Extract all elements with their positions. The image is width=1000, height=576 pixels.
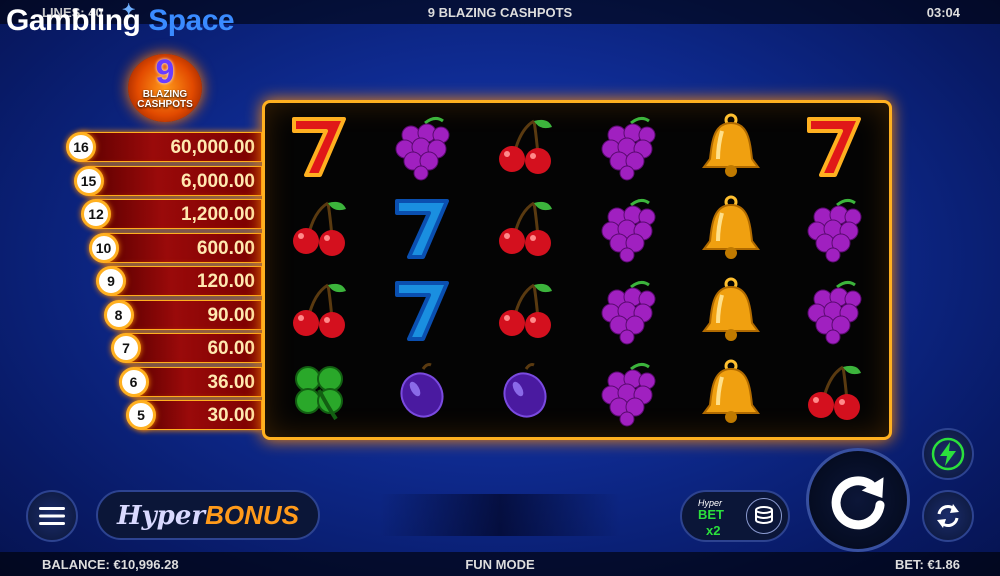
plum-icon — [490, 357, 560, 432]
paytable-count-badge: 12 — [81, 199, 111, 229]
paytable-row: 6,000.00 — [87, 165, 262, 196]
paytable-value: 36.00 — [207, 371, 255, 393]
hamburger-icon — [39, 507, 65, 525]
cherry-icon — [284, 275, 354, 350]
grapes-icon — [593, 275, 663, 350]
reel-cell — [372, 189, 472, 271]
grapes-icon — [387, 111, 457, 186]
cherry-icon — [284, 193, 354, 268]
win-display-strip — [380, 494, 620, 536]
bet-settings-button[interactable] — [746, 498, 782, 534]
paytable-row: 600.00 — [102, 232, 262, 263]
paytable-row: 1,200.00 — [95, 199, 262, 229]
menu-button[interactable] — [26, 490, 78, 542]
cherry-icon — [490, 193, 560, 268]
watermark-logo: Gambling Space ✦ — [6, 2, 235, 37]
reel-cell — [784, 271, 884, 353]
reel-cell — [681, 189, 781, 271]
cherry-icon — [799, 357, 869, 432]
bell-icon — [696, 193, 766, 268]
paytable-row: 90.00 — [117, 299, 262, 330]
reel-grid — [262, 100, 892, 440]
reel-cell — [681, 353, 781, 435]
paytable-count-badge: 5 — [126, 400, 156, 430]
bell-icon — [696, 275, 766, 350]
paytable-row: 30.00 — [140, 400, 262, 430]
reel-cell — [578, 271, 678, 353]
reel-cell — [578, 353, 678, 435]
grapes-icon — [593, 193, 663, 268]
autoplay-arrows-icon — [937, 504, 959, 528]
paytable-value: 90.00 — [207, 304, 255, 326]
blue-seven-icon — [387, 275, 457, 350]
hyper-bonus-button[interactable]: HyperBONUS — [96, 490, 320, 540]
paytable-count-badge: 16 — [66, 132, 96, 162]
reel-cell — [681, 107, 781, 189]
coin-stack-icon — [755, 506, 773, 524]
paytable-count-badge: 6 — [118, 366, 149, 397]
paytable-value: 6,000.00 — [181, 170, 255, 192]
paytable-row: 60,000.00 — [80, 132, 262, 162]
paytable-value: 600.00 — [196, 237, 255, 259]
paytable-row: 60.00 — [125, 333, 262, 363]
reel-cell — [372, 353, 472, 435]
blue-seven-icon — [387, 193, 457, 268]
spin-arrow-icon — [831, 476, 885, 530]
paytable-value: 60.00 — [207, 338, 255, 359]
grapes-icon — [799, 275, 869, 350]
reel-cell — [269, 189, 369, 271]
mode-label: FUN MODE — [465, 557, 535, 572]
game-brand-badge: 9 BLAZING CASHPOTS — [128, 54, 202, 122]
reel-cell — [475, 189, 575, 271]
reel-cell — [372, 107, 472, 189]
paytable-row: 120.00 — [110, 266, 262, 296]
hyper-bet-button[interactable]: Hyper BET x2 — [680, 490, 790, 542]
paytable-count-badge: 8 — [103, 299, 134, 330]
reel-cell — [475, 353, 575, 435]
reel-cell — [784, 353, 884, 435]
paytable-count-badge: 15 — [73, 165, 104, 196]
spin-button[interactable] — [806, 448, 910, 552]
red-seven-icon — [284, 111, 354, 186]
paytable-value: 30.00 — [207, 405, 255, 426]
paytable-count-badge: 9 — [96, 266, 126, 296]
reel-cell — [269, 353, 369, 435]
bottom-info-bar: BALANCE: €10,996.28 FUN MODE BET: €1.86 — [0, 552, 1000, 576]
paytable-row: 36.00 — [132, 366, 262, 397]
grapes-icon — [593, 357, 663, 432]
sparkle-icon: ✦ — [122, 2, 135, 19]
lightning-icon — [931, 437, 965, 471]
paytable-value: 60,000.00 — [170, 137, 255, 158]
paytable-value: 120.00 — [196, 271, 255, 292]
reel-cell — [578, 107, 678, 189]
paytable-count-badge: 7 — [111, 333, 141, 363]
grapes-icon — [799, 193, 869, 268]
bet-display: BET: €1.86 — [894, 557, 960, 572]
paytable-count-badge: 10 — [88, 232, 119, 263]
red-seven-icon — [799, 111, 869, 186]
turbo-button[interactable] — [922, 428, 974, 480]
clock: 03:04 — [926, 5, 960, 20]
reel-cell — [784, 189, 884, 271]
reel-cell — [269, 107, 369, 189]
reel-cell — [269, 271, 369, 353]
plum-icon — [387, 357, 457, 432]
clover-icon — [284, 357, 354, 432]
reel-cell — [372, 271, 472, 353]
grapes-icon — [593, 111, 663, 186]
bell-icon — [696, 357, 766, 432]
reel-cell — [784, 107, 884, 189]
cherry-icon — [490, 111, 560, 186]
reel-cell — [578, 189, 678, 271]
reel-cell — [475, 271, 575, 353]
autoplay-button[interactable] — [922, 490, 974, 542]
reel-cell — [475, 107, 575, 189]
paytable-value: 1,200.00 — [181, 204, 255, 225]
reel-cell — [681, 271, 781, 353]
cherry-icon — [490, 275, 560, 350]
bell-icon — [696, 111, 766, 186]
